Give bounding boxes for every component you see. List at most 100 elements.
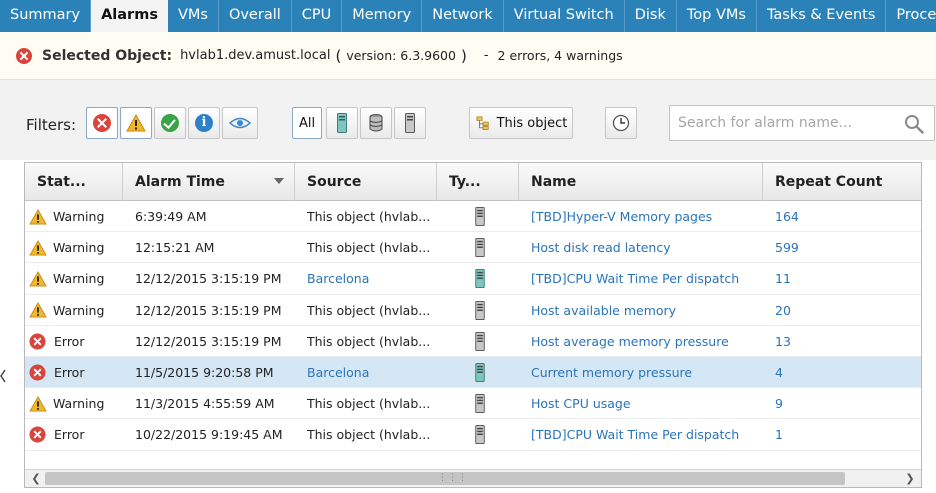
status-cell: Warning bbox=[29, 295, 123, 326]
status-cell: Warning bbox=[29, 201, 123, 232]
repeat-count-link[interactable]: 599 bbox=[775, 232, 915, 263]
status-text: Error bbox=[54, 333, 85, 349]
table-row[interactable]: Warning 12:15:21 AM This object (hvlab... H… bbox=[25, 232, 921, 264]
column-header-alarm-time[interactable]: Alarm Time bbox=[123, 163, 295, 201]
host-icon bbox=[475, 300, 485, 320]
scroll-right-icon[interactable]: ❯ bbox=[901, 470, 919, 487]
filter-acknowledged-button[interactable] bbox=[222, 107, 258, 139]
alarm-time-cell: 12/12/2015 3:15:19 PM bbox=[135, 302, 282, 318]
source-cell: This object (hvlab... bbox=[307, 396, 431, 412]
repeat-count-link[interactable]: 164 bbox=[775, 201, 915, 232]
tab-tasks-events[interactable]: Tasks & Events bbox=[757, 0, 887, 32]
column-header-label: Repeat Count bbox=[775, 174, 883, 190]
column-header-source[interactable]: Source bbox=[295, 163, 437, 201]
source-cell[interactable]: Barcelona bbox=[307, 357, 435, 388]
tab-summary[interactable]: Summary bbox=[0, 0, 92, 32]
filter-errors-button[interactable] bbox=[86, 107, 118, 139]
tab-overall[interactable]: Overall bbox=[219, 0, 292, 32]
warning-icon bbox=[29, 395, 47, 412]
filter-toolbar: Filters: i All This object Search for al… bbox=[0, 80, 936, 160]
repeat-count-link[interactable]: 9 bbox=[775, 388, 915, 419]
column-header-type[interactable]: Ty... bbox=[437, 163, 519, 201]
alarm-name-link[interactable]: Host available memory bbox=[531, 295, 761, 326]
alarm-name-link[interactable]: [TBD]CPU Wait Time Per dispatch bbox=[531, 263, 761, 294]
status-cell: Error bbox=[29, 419, 123, 450]
scrollbar-thumb[interactable]: ⋮⋮⋮ bbox=[45, 472, 845, 485]
host-icon bbox=[475, 238, 485, 258]
column-header-label: Alarm Time bbox=[135, 174, 225, 190]
filter-warnings-button[interactable] bbox=[120, 107, 152, 139]
repeat-count-link[interactable]: 11 bbox=[775, 263, 915, 294]
status-cell: Warning bbox=[29, 232, 123, 263]
alarm-name-link[interactable]: Current memory pressure bbox=[531, 357, 761, 388]
repeat-count-link[interactable]: 20 bbox=[775, 295, 915, 326]
alarm-time-cell: 11/5/2015 9:20:58 PM bbox=[135, 364, 274, 380]
status-cell: Error bbox=[29, 326, 123, 357]
filter-info-button[interactable]: i bbox=[188, 107, 220, 139]
tab-alarms[interactable]: Alarms bbox=[91, 0, 168, 32]
table-row[interactable]: Warning 12/12/2015 3:15:19 PM This object … bbox=[25, 295, 921, 326]
status-text: Warning bbox=[53, 271, 105, 287]
alarm-search-input[interactable] bbox=[670, 106, 900, 140]
alarm-time-cell: 12:15:21 AM bbox=[135, 240, 215, 256]
warning-icon bbox=[29, 208, 47, 225]
tab-memory[interactable]: Memory bbox=[342, 0, 423, 32]
tab-disk[interactable]: Disk bbox=[625, 0, 677, 32]
panel-splitter-arrow[interactable] bbox=[0, 366, 6, 386]
filter-all-button[interactable]: All bbox=[292, 107, 322, 139]
tab-virtual-switch[interactable]: Virtual Switch bbox=[504, 0, 625, 32]
selected-object-host: hvlab1.dev.amust.local bbox=[180, 48, 331, 63]
warning-icon bbox=[29, 239, 47, 256]
tab-cpu[interactable]: CPU bbox=[292, 0, 343, 32]
alarm-name-link[interactable]: [TBD]Hyper-V Memory pages bbox=[531, 201, 761, 232]
column-header-label: Ty... bbox=[449, 174, 481, 190]
tab-network[interactable]: Network bbox=[422, 0, 504, 32]
horizontal-scrollbar[interactable]: ❮ ⋮⋮⋮ ❯ bbox=[25, 469, 921, 487]
error-icon bbox=[93, 114, 111, 132]
filter-vm-button[interactable] bbox=[326, 107, 358, 139]
filter-host-button[interactable] bbox=[394, 107, 426, 139]
status-text: Warning bbox=[53, 209, 105, 224]
source-cell[interactable]: Barcelona bbox=[307, 263, 435, 294]
filter-datastore-button[interactable] bbox=[360, 107, 392, 139]
repeat-count-link[interactable]: 13 bbox=[775, 326, 915, 357]
column-header-name[interactable]: Name bbox=[519, 163, 763, 201]
alarm-name-link[interactable]: Host average memory pressure bbox=[531, 326, 761, 357]
info-icon: i bbox=[195, 114, 213, 132]
tab-vms[interactable]: VMs bbox=[168, 0, 219, 32]
this-object-button[interactable]: This object bbox=[469, 107, 573, 139]
table-header: Stat... Alarm Time Source Ty... Name Repeat C… bbox=[25, 163, 921, 201]
tab-top-vms[interactable]: Top VMs bbox=[677, 0, 757, 32]
table-row[interactable]: Warning 6:39:49 AM This object (hvlab... [T… bbox=[25, 201, 921, 233]
alarm-name-link[interactable]: Host disk read latency bbox=[531, 232, 761, 263]
scroll-left-icon[interactable]: ❮ bbox=[27, 470, 45, 487]
status-text: Error bbox=[54, 364, 85, 380]
tab-processes[interactable]: Processes bbox=[886, 0, 936, 32]
source-cell: This object (hvlab... bbox=[307, 240, 431, 256]
tree-icon bbox=[476, 116, 489, 130]
table-row[interactable]: Error 11/5/2015 9:20:58 PM Barcelona Curren… bbox=[25, 356, 921, 389]
close-paren: ) bbox=[460, 46, 467, 65]
table-row[interactable]: Warning 12/12/2015 3:15:19 PM Barcelona [TB… bbox=[25, 263, 921, 295]
filter-ok-button[interactable] bbox=[154, 107, 186, 139]
vm-icon bbox=[337, 113, 347, 133]
warning-icon bbox=[29, 302, 47, 318]
alarm-summary: 2 errors, 4 warnings bbox=[497, 48, 623, 63]
source-cell: This object (hvlab... bbox=[307, 427, 431, 443]
host-icon bbox=[475, 207, 485, 226]
column-header-status[interactable]: Stat... bbox=[25, 163, 123, 201]
search-icon[interactable] bbox=[904, 114, 924, 134]
alarm-time-cell: 11/3/2015 4:55:59 AM bbox=[135, 396, 275, 412]
alarm-name-link[interactable]: Host CPU usage bbox=[531, 388, 761, 419]
table-row[interactable]: Error 10/22/2015 9:19:45 AM This object (h… bbox=[25, 419, 921, 451]
column-header-repeat-count[interactable]: Repeat Count bbox=[763, 163, 921, 201]
table-row[interactable]: Error 12/12/2015 3:15:19 PM This object (h… bbox=[25, 326, 921, 357]
status-cell: Warning bbox=[29, 388, 123, 419]
database-icon bbox=[369, 114, 383, 132]
alarm-name-link[interactable]: [TBD]CPU Wait Time Per dispatch bbox=[531, 419, 761, 450]
table-row[interactable]: Warning 11/3/2015 4:55:59 AM This object (… bbox=[25, 388, 921, 420]
time-filter-button[interactable] bbox=[605, 107, 637, 139]
repeat-count-link[interactable]: 1 bbox=[775, 419, 915, 450]
source-cell: This object (hvlab... bbox=[307, 302, 431, 318]
repeat-count-link[interactable]: 4 bbox=[775, 357, 915, 388]
